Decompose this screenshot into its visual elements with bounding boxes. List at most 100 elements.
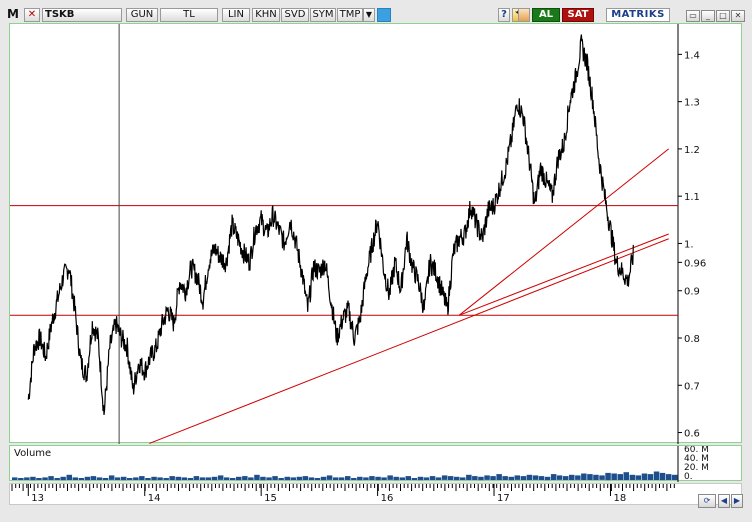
volume-bar <box>242 476 248 480</box>
volume-bar <box>78 478 85 480</box>
volume-bar <box>653 471 660 480</box>
menu-m-label[interactable]: M <box>6 8 20 22</box>
volume-panel[interactable]: 60. M 40. M 20. M 0. Volume <box>9 445 743 482</box>
time-axis-ticks: 13 14 15 16 17 18 <box>11 484 675 504</box>
volume-bar <box>217 475 224 480</box>
help-icon[interactable]: ? <box>498 8 510 22</box>
volume-bar <box>514 475 520 480</box>
template-dropdown-icon[interactable]: ▼ <box>363 8 375 22</box>
volume-bar <box>236 476 242 481</box>
volume-bar <box>54 478 60 480</box>
auto-scroll-icon[interactable]: ⟳ <box>698 494 716 508</box>
volume-bar <box>345 476 351 480</box>
minimize-window-icon[interactable]: _ <box>701 10 715 22</box>
currency-button[interactable]: TL <box>160 8 218 22</box>
chart-toolbar: M ✕ TSKB GUN TL LIN KHN SVD SYM TMP ▼ ? … <box>0 6 752 24</box>
volume-bar <box>381 477 387 480</box>
maximize-window-icon[interactable]: □ <box>716 10 730 22</box>
volume-title: Volume <box>14 448 52 459</box>
sym-button[interactable]: SYM <box>310 8 336 22</box>
volume-bar <box>671 474 678 480</box>
volume-bar <box>569 474 575 480</box>
volume-bar <box>284 476 290 481</box>
volume-bar <box>42 477 48 480</box>
symbol-field[interactable]: TSKB <box>42 8 122 22</box>
volume-bar <box>599 475 605 480</box>
volume-bar <box>66 474 72 480</box>
volume-bar <box>399 477 405 480</box>
y-tick-label: 0.8 <box>684 334 700 345</box>
scale-button[interactable]: LIN <box>222 8 250 22</box>
volume-bar <box>145 478 151 480</box>
svd-button[interactable]: SVD <box>281 8 309 22</box>
volume-bar <box>181 477 187 480</box>
year-tick-label: 16 <box>381 493 394 504</box>
volume-bar <box>575 475 581 480</box>
tmp-button[interactable]: TMP <box>337 8 363 22</box>
volume-bar <box>163 478 169 480</box>
volume-bar <box>447 476 454 480</box>
volume-bar <box>302 476 309 480</box>
price-chart[interactable]: 1.4 1.3 1.2 1.1 1. 0.96 0.9 0.8 0.7 0.6 <box>10 24 743 444</box>
volume-bar <box>647 474 654 480</box>
volume-bar <box>526 474 533 480</box>
volume-bar <box>629 474 636 480</box>
volume-bar <box>478 476 484 481</box>
volume-bar <box>151 476 157 481</box>
volume-bar <box>665 474 672 480</box>
volume-bar <box>102 478 109 480</box>
volume-bar <box>556 475 563 480</box>
volume-bar <box>230 478 236 480</box>
chart-window: M ✕ TSKB GUN TL LIN KHN SVD SYM TMP ▼ ? … <box>0 0 752 522</box>
volume-bar <box>278 478 284 480</box>
volume-bar <box>314 478 321 480</box>
volume-bar <box>114 477 121 480</box>
volume-bar <box>266 477 272 480</box>
volume-bar <box>36 478 42 480</box>
volume-bar <box>254 474 260 480</box>
volume-bar <box>623 472 629 480</box>
price-chart-panel[interactable]: 1.4 1.3 1.2 1.1 1. 0.96 0.9 0.8 0.7 0.6 <box>9 23 743 444</box>
volume-bar <box>484 475 490 480</box>
volume-bar <box>187 478 194 480</box>
sell-button[interactable]: SAT <box>562 8 594 22</box>
period-button[interactable]: GUN <box>126 8 158 22</box>
volume-bar <box>411 478 418 480</box>
volume-bar <box>24 477 30 480</box>
trend-line <box>149 238 669 444</box>
volume-bar <box>611 473 617 480</box>
volume-bar <box>157 477 163 480</box>
volume-bar <box>472 476 478 480</box>
volume-bar <box>435 477 442 480</box>
khn-button[interactable]: KHN <box>252 8 280 22</box>
volume-bar <box>338 477 345 480</box>
volume-chart[interactable]: 60. M40. M20. M0. <box>10 446 743 482</box>
volume-bar <box>538 476 545 480</box>
volume-bar <box>387 475 393 480</box>
time-axis[interactable]: 13 14 15 16 17 18 <box>9 483 742 505</box>
volume-bar <box>260 476 266 481</box>
buy-button[interactable]: AL <box>532 8 560 22</box>
scroll-right-icon[interactable]: ▶ <box>731 494 743 508</box>
year-tick-label: 13 <box>31 493 44 504</box>
volume-bar <box>659 472 666 481</box>
volume-bar <box>169 476 175 480</box>
volume-bar <box>90 476 97 480</box>
y-tick-label: 1.4 <box>684 50 700 61</box>
link-icon[interactable] <box>518 8 530 22</box>
volume-bar <box>460 477 466 480</box>
close-window-icon[interactable]: ✕ <box>731 10 745 22</box>
volume-bar <box>133 477 139 480</box>
bird-icon[interactable] <box>377 8 391 22</box>
volume-bar <box>96 477 103 480</box>
close-symbol-icon[interactable]: ✕ <box>24 8 40 22</box>
scroll-left-icon[interactable]: ◀ <box>718 494 730 508</box>
y-tick-label: 0.9 <box>684 287 700 298</box>
volume-bar <box>587 474 593 480</box>
volume-bar <box>12 477 18 480</box>
volume-bar <box>593 474 599 480</box>
volume-bar <box>332 477 339 480</box>
volume-bar <box>417 476 424 481</box>
volume-bar <box>248 477 254 480</box>
restore-window-icon[interactable]: ▭ <box>686 10 700 22</box>
